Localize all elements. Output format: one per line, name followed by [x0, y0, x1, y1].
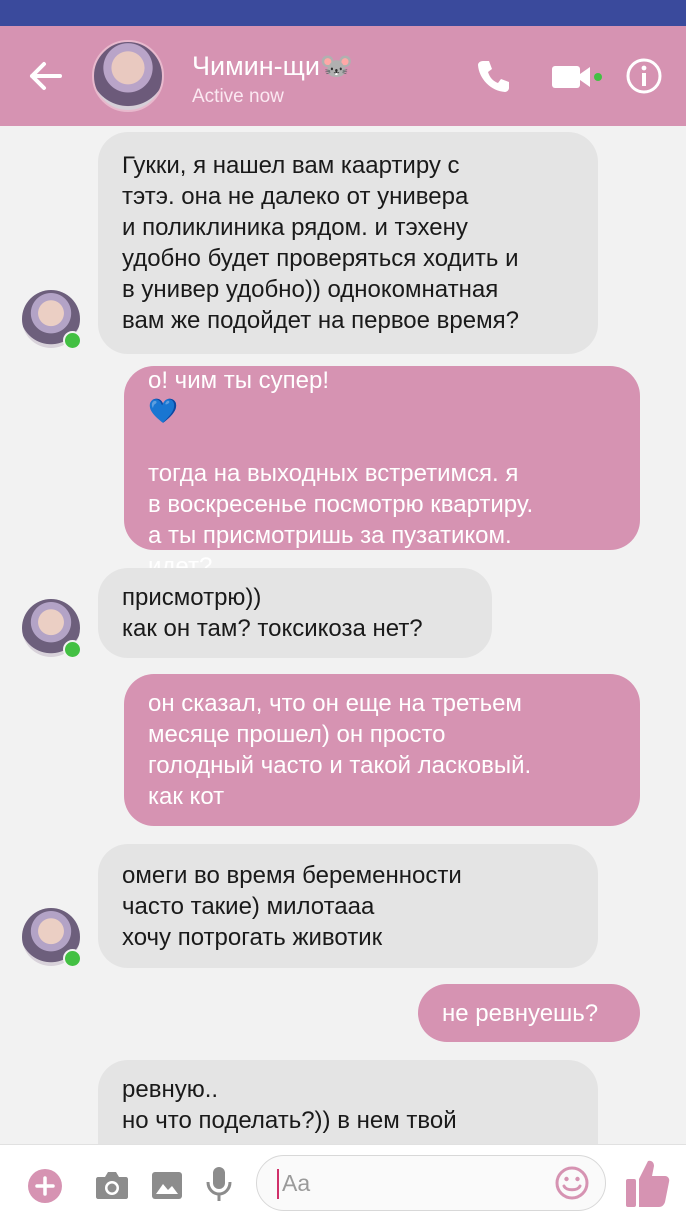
- message-text: о! чим ты супер! 💙 тогда на выходных вст…: [148, 334, 533, 582]
- emoji-button[interactable]: [553, 1164, 591, 1202]
- back-arrow-icon: [30, 62, 62, 90]
- outgoing-message[interactable]: он сказал, что он еще на третьем месяце …: [124, 674, 640, 826]
- message-text-continued: тогда на выходных встретимся. я в воскре…: [148, 460, 534, 580]
- online-indicator: [63, 331, 82, 350]
- status-bar: [0, 0, 686, 26]
- contact-avatar[interactable]: [92, 40, 164, 112]
- voice-message-button[interactable]: [204, 1165, 234, 1203]
- more-actions-button[interactable]: [28, 1169, 62, 1203]
- plus-icon: [35, 1176, 55, 1196]
- sender-avatar[interactable]: [22, 290, 82, 350]
- video-camera-icon: [552, 66, 602, 88]
- video-call-button[interactable]: [550, 56, 604, 96]
- microphone-icon: [206, 1167, 232, 1201]
- message-input[interactable]: Aa: [256, 1155, 606, 1211]
- like-button[interactable]: [624, 1157, 672, 1209]
- incoming-message[interactable]: присмотрю)) как он там? токсикоза нет?: [98, 568, 492, 658]
- thumbs-up-icon: [626, 1160, 670, 1207]
- chat-header: Чимин-щи🐭 Active now: [0, 26, 686, 126]
- emoji-icon: [555, 1166, 589, 1200]
- info-icon: [626, 58, 662, 94]
- blue-heart-emoji: 💙: [148, 398, 178, 425]
- message-list[interactable]: Гукки, я нашел вам каартиру с тэтэ. она …: [0, 126, 686, 1144]
- call-button[interactable]: [474, 56, 514, 96]
- outgoing-message[interactable]: о! чим ты супер! 💙 тогда на выходных вст…: [124, 366, 640, 580]
- gallery-button[interactable]: [150, 1169, 184, 1201]
- sender-avatar[interactable]: [22, 599, 82, 659]
- incoming-message[interactable]: Гукки, я нашел вам каартиру с тэтэ. она …: [98, 132, 598, 354]
- outgoing-message[interactable]: не ревнуешь?: [418, 984, 640, 1042]
- message-input-placeholder: Aa: [282, 1170, 311, 1196]
- message-text-line: о! чим ты супер!: [148, 367, 330, 394]
- back-button[interactable]: [24, 56, 68, 96]
- camera-button[interactable]: [94, 1169, 130, 1201]
- incoming-message[interactable]: ревную.. но что поделать?)) в нем твой: [98, 1060, 598, 1144]
- message-composer: Aa: [0, 1144, 686, 1220]
- text-cursor: [277, 1169, 279, 1199]
- image-icon: [152, 1172, 182, 1199]
- contact-status: Active now: [192, 86, 284, 107]
- online-indicator: [63, 949, 82, 968]
- phone-icon: [478, 61, 509, 92]
- info-button[interactable]: [624, 56, 664, 96]
- sender-avatar[interactable]: [22, 908, 82, 968]
- incoming-message[interactable]: омеги во время беременности часто такие)…: [98, 844, 598, 968]
- contact-name[interactable]: Чимин-щи🐭: [192, 50, 354, 82]
- online-indicator: [63, 640, 82, 659]
- camera-icon: [96, 1172, 128, 1199]
